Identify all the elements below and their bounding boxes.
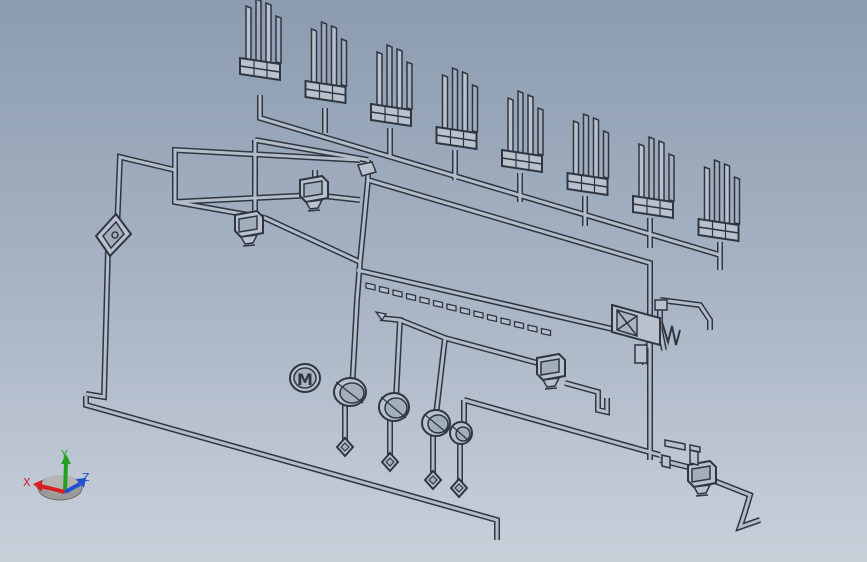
- dashed-segment: [446, 303, 457, 312]
- dashed-segment: [459, 306, 471, 316]
- valve-manifold-1: [239, 0, 282, 82]
- dashed-segment: [365, 282, 376, 291]
- solenoid-valve-3: [536, 352, 566, 390]
- valve-manifold-7: [632, 135, 675, 220]
- cad-viewport[interactable]: M X Y Z: [0, 0, 867, 562]
- dashed-segment: [500, 317, 511, 326]
- solenoid-valve-5: [357, 161, 378, 177]
- dashed-segment: [432, 299, 444, 309]
- diamond-valve: [94, 212, 133, 258]
- motor-label: M: [297, 370, 313, 389]
- pump-1: [333, 377, 367, 407]
- check-valve-group: [335, 436, 469, 499]
- valve-manifold-4: [435, 66, 479, 151]
- coordinate-triad: X Y Z: [23, 448, 90, 501]
- solenoid-valve-2: [234, 209, 264, 247]
- valve-manifold-8: [697, 158, 741, 243]
- y-axis-label: Y: [60, 448, 68, 461]
- valve-manifold-6: [566, 112, 610, 197]
- check-valve-1: [335, 436, 355, 458]
- valve-manifold-3: [370, 43, 413, 128]
- pump-4: [449, 421, 473, 445]
- z-axis-label: Z: [82, 471, 90, 484]
- solenoid-valve-4: [687, 459, 717, 497]
- pump-3: [421, 409, 451, 437]
- motor: M: [289, 363, 321, 393]
- dashed-segment: [527, 324, 538, 333]
- valve-manifold-5: [501, 89, 544, 174]
- y-axis-arrow: [63, 461, 68, 493]
- solenoid-valve-1: [299, 174, 329, 212]
- piping-assembly-model[interactable]: M X Y Z: [0, 0, 867, 562]
- valve-manifold-2: [304, 20, 348, 105]
- dashed-segment: [419, 296, 430, 305]
- dashed-segment: [392, 289, 403, 298]
- dashed-segment: [486, 313, 498, 323]
- pump-2: [378, 392, 410, 422]
- dashed-segment: [378, 285, 390, 295]
- dashed-segment: [540, 327, 552, 337]
- check-valve-4: [449, 477, 469, 499]
- x-axis-label: X: [23, 476, 31, 489]
- pump-group: [333, 377, 473, 445]
- dashed-segment: [473, 310, 484, 319]
- check-valve-3: [423, 469, 443, 491]
- dashed-segment: [405, 292, 417, 302]
- check-valve-2: [380, 451, 400, 473]
- filter-unit: [611, 299, 681, 364]
- dashed-segment: [513, 320, 525, 330]
